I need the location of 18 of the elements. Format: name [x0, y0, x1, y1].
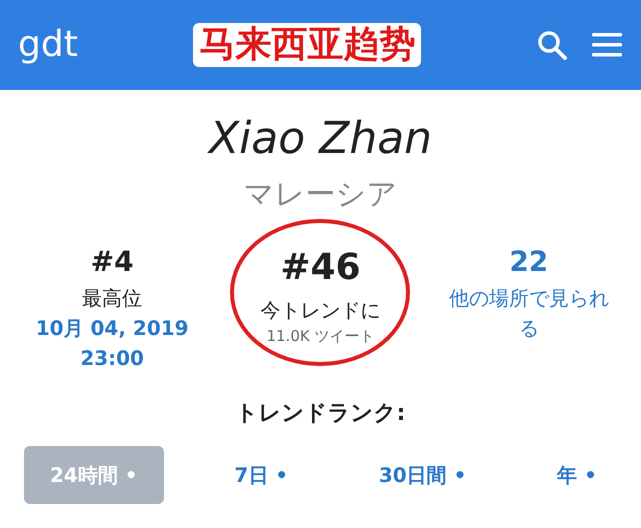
stat-label: 最高位 — [82, 285, 142, 312]
stat-label[interactable]: 他の場所で見られる — [446, 283, 612, 343]
stat-value: 22 — [509, 244, 548, 280]
search-icon[interactable] — [536, 30, 567, 60]
menu-icon[interactable] — [590, 32, 623, 58]
range-tab[interactable]: 30日間 • — [358, 448, 486, 502]
stat-detail: 11.0K ツイート — [266, 326, 374, 347]
caption-overlay: 马来西亚趋势 — [193, 23, 422, 67]
range-tab[interactable]: 7日 • — [214, 448, 308, 502]
stat-value: #46 — [280, 246, 361, 290]
stat-detail: 10月 04, 2019 23:00 — [34, 315, 190, 372]
stat-label: 今トレンドに — [260, 297, 380, 324]
range-tab[interactable]: 年 • — [537, 448, 617, 502]
stat-value: #4 — [90, 244, 134, 280]
rank-heading: トレンドランク: — [234, 400, 406, 428]
topic-title: Xiao Zhan — [206, 112, 434, 166]
logo[interactable]: gdt — [18, 18, 78, 72]
country-name: マレーシア — [242, 176, 398, 214]
